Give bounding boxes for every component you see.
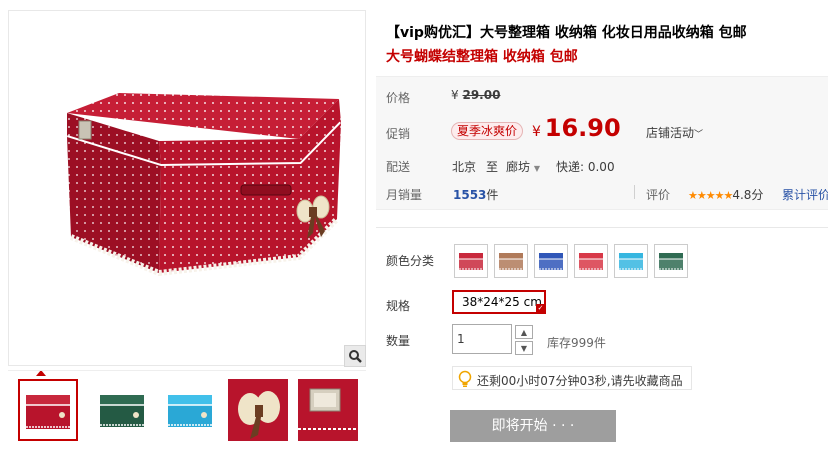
price-label: 价格 — [386, 91, 411, 105]
delivery-to-word: 至 — [486, 160, 499, 174]
original-price-value: 29.00 — [462, 88, 501, 102]
shipping-fee: 快递: 0.00 — [556, 160, 615, 174]
delivery-destination: 廊坊 — [506, 160, 531, 174]
quantity-increase-button[interactable]: ▲ — [515, 325, 533, 339]
box-swatch-image — [579, 253, 603, 270]
delivery-destination-select[interactable]: 廊坊 ▼ — [506, 158, 540, 175]
box-swatch-image — [659, 253, 683, 270]
promo-price: ¥ 16.90 — [532, 114, 621, 142]
monthly-sales-label: 月销量 — [386, 188, 423, 202]
quantity-decrease-button[interactable]: ▼ — [515, 341, 533, 355]
box-swatch-image — [459, 253, 483, 270]
coming-soon-button[interactable]: 即将开始 · · · — [450, 410, 616, 442]
monthly-sales-unit: 件 — [486, 188, 499, 202]
spec-label: 规格 — [386, 299, 411, 313]
countdown-text: 还剩00小时07分钟03秒,请先收藏商品 — [477, 374, 683, 388]
quantity-input[interactable] — [452, 324, 512, 354]
countdown-notice: 还剩00小时07分钟03秒,请先收藏商品 — [452, 366, 692, 390]
promo-price-value: 16.90 — [544, 114, 621, 142]
quantity-label: 数量 — [386, 334, 411, 348]
monthly-sales: 1553件 — [453, 186, 498, 203]
divider-vertical — [634, 185, 635, 199]
thumbnail-blue[interactable] — [160, 379, 220, 441]
rating-score: 4.8分 — [732, 188, 764, 202]
color-swatch[interactable] — [654, 244, 688, 278]
delivery-from: 北京 — [452, 160, 477, 174]
zoom-button[interactable] — [344, 345, 366, 367]
divider — [376, 227, 828, 228]
rating: ★★★★★4.8分 — [688, 186, 763, 203]
color-swatch[interactable] — [494, 244, 528, 278]
original-price: ¥ 29.00 — [451, 88, 500, 102]
rating-label: 评价 — [646, 188, 671, 202]
main-product-image[interactable] — [8, 10, 366, 366]
total-reviews-link[interactable]: 累计评价 — [782, 186, 828, 203]
product-title: 【vip购优汇】大号整理箱 收纳箱 化妆日用品收纳箱 包邮 — [386, 25, 747, 41]
box-swatch-image — [619, 253, 643, 270]
color-swatch[interactable] — [534, 244, 568, 278]
thumbnail-bow-closeup[interactable] — [228, 379, 288, 441]
delivery-label: 配送 — [386, 160, 411, 174]
thumbnail-strip — [8, 370, 366, 452]
promo-price-currency: ¥ — [532, 124, 541, 140]
spec-option-selected[interactable]: 38*24*25 cm — [452, 290, 546, 314]
color-swatch[interactable] — [614, 244, 648, 278]
store-activity-dropdown[interactable]: 店铺活动﹀ — [646, 124, 703, 141]
checkmark-icon: ✓ — [536, 304, 545, 313]
promo-tag-badge: 夏季冰爽价 — [451, 122, 524, 140]
magnifier-icon — [349, 350, 362, 363]
chevron-down-icon: ﹀ — [694, 130, 704, 140]
thumbnail-red[interactable] — [18, 379, 78, 441]
original-price-currency: ¥ — [451, 88, 459, 102]
color-label: 颜色分类 — [386, 254, 435, 268]
monthly-sales-count: 1553 — [453, 188, 487, 202]
store-activity-label: 店铺活动 — [646, 126, 695, 140]
stock-info: 库存999件 — [547, 336, 606, 350]
caret-up-icon: ▲ — [520, 327, 528, 337]
thumbnail-green[interactable] — [92, 379, 152, 441]
thumbnail-label-closeup[interactable] — [298, 379, 358, 441]
caret-down-icon: ▼ — [533, 164, 540, 173]
promo-label: 促销 — [386, 127, 411, 141]
color-swatch[interactable] — [574, 244, 608, 278]
product-subtitle: 大号蝴蝶结整理箱 收纳箱 包邮 — [386, 49, 578, 65]
caret-down-icon: ▼ — [520, 343, 528, 353]
color-swatch[interactable] — [454, 244, 488, 278]
box-swatch-image — [499, 253, 523, 270]
lightbulb-icon — [458, 370, 472, 387]
rating-stars-icon: ★★★★★ — [688, 189, 733, 202]
box-swatch-image — [539, 253, 563, 270]
